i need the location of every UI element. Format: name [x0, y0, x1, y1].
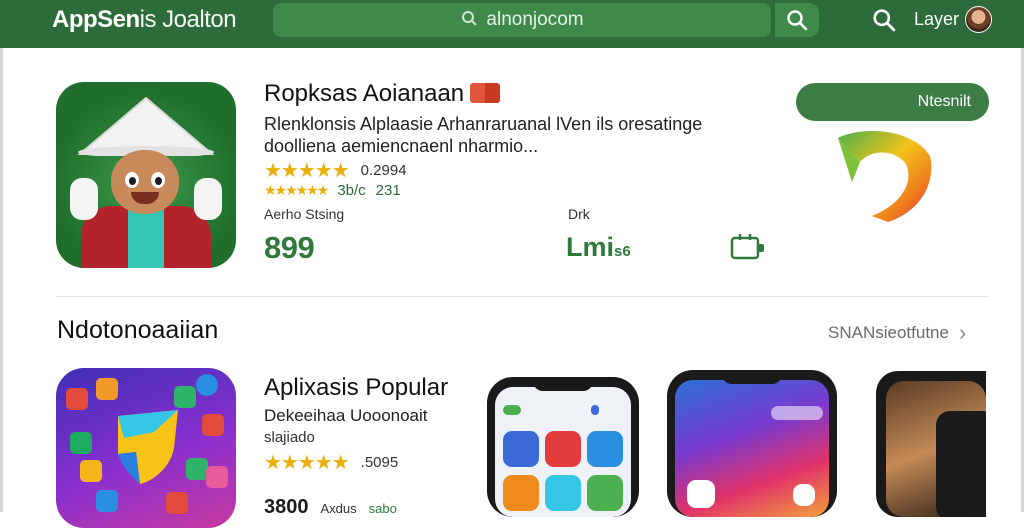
section-divider: [56, 296, 988, 297]
left-hand: [70, 178, 98, 220]
popular-app-icon[interactable]: [56, 368, 236, 528]
popular-price-row: 3800 Axdus sabo: [264, 496, 397, 519]
phone-screen: [886, 381, 986, 517]
mic-icon: [591, 405, 599, 415]
mid-value: Lmis6: [566, 232, 631, 263]
tile-icon: [206, 466, 228, 488]
avatar[interactable]: [965, 6, 992, 33]
section-title: Ndotonoaaiian: [57, 316, 218, 345]
screenshot-phone-3[interactable]: [876, 371, 986, 517]
featured-app-icon[interactable]: [56, 82, 236, 268]
search-placeholder-icon: [460, 9, 478, 32]
tile-icon: [66, 388, 88, 410]
rating-value: 0.2994: [361, 162, 407, 179]
rating-count-b: 231: [376, 182, 401, 199]
popular-meta-b: sabo: [369, 501, 397, 516]
top-bar: AppSenis Joalton alnonjocom Layer: [0, 0, 1024, 48]
right-eye: [151, 172, 165, 188]
search-icon: [786, 9, 808, 31]
phone-notch: [722, 370, 782, 384]
screenshot-phone-1[interactable]: [487, 377, 639, 517]
character-face: [111, 150, 179, 214]
tile-icon: [202, 414, 224, 436]
tile-icon: [166, 492, 188, 514]
app-tile-icon: [587, 475, 623, 511]
logo-rest: is Joalton: [140, 6, 236, 33]
left-edge: [0, 48, 3, 512]
screenshot-phone-2[interactable]: [667, 370, 837, 517]
rating-row-secondary: ★★★★★★ 3b/c 231: [264, 182, 401, 199]
app-logo[interactable]: AppSenis Joalton: [52, 6, 236, 34]
app-tile-icon: [687, 480, 715, 508]
popular-description: Dekeeihaa Uooonoait: [264, 406, 428, 426]
popular-meta-a: Axdus: [321, 501, 357, 516]
character-shirt: [128, 208, 164, 268]
hat-graphic: [76, 96, 216, 156]
small-star-rating-icon: ★★★★★★: [264, 182, 327, 199]
left-eye: [125, 172, 139, 188]
see-all-label: SNANsieotfutne: [828, 323, 949, 343]
battery-icon: [730, 232, 766, 262]
app-tile-icon: [545, 475, 581, 511]
phone-screen: [675, 380, 829, 517]
phone-screen: [495, 387, 631, 517]
right-hand: [194, 178, 222, 220]
shield-icon: [114, 408, 184, 486]
tile-icon: [96, 490, 118, 512]
badge-icon: [470, 83, 500, 103]
featured-title: Ropksas Aoianaan: [264, 80, 464, 107]
search-bar[interactable]: alnonjocom: [273, 3, 771, 37]
app-tag-icon: [503, 405, 521, 415]
play-icon: [793, 484, 815, 506]
search-input-text[interactable]: alnonjoc: [486, 9, 557, 31]
popular-subtitle: slajiado: [264, 429, 315, 446]
mid-value-small: s6: [614, 243, 631, 260]
see-all-link[interactable]: SNANsieotfutne ›: [828, 320, 966, 346]
tile-icon: [80, 460, 102, 482]
size-label: Aerho Stsing: [264, 206, 344, 222]
app-tile-icon: [503, 431, 539, 467]
app-tile-icon: [503, 475, 539, 511]
tile-icon: [186, 458, 208, 480]
inner-phone: [936, 411, 986, 517]
rating-count-a: 3b/c: [337, 182, 365, 199]
star-rating-icon: ★★★★★: [264, 450, 349, 475]
logo-bold: AppSen: [52, 6, 140, 33]
featured-description: Rlenklonsis Alplaasie Arhanraruanal lVen…: [264, 113, 704, 157]
status-pill: [771, 406, 823, 420]
phone-notch: [533, 377, 593, 391]
search-input-suffix: om: [557, 9, 583, 31]
popular-rating-row: ★★★★★ .5095: [264, 450, 398, 475]
tile-icon: [174, 386, 196, 408]
app-tile-icon: [587, 431, 623, 467]
featured-title-row[interactable]: Ropksas Aoianaan: [264, 80, 500, 108]
app-tile-icon: [545, 431, 581, 467]
tile-icon: [196, 374, 218, 396]
user-name[interactable]: Layer: [914, 9, 959, 30]
mid-value-big: Lmi: [566, 232, 614, 262]
brand-logo-icon: [832, 126, 936, 226]
popular-rating-value: .5095: [361, 454, 399, 471]
mouth: [131, 192, 159, 204]
popular-title[interactable]: Aplixasis Popular: [264, 374, 448, 402]
install-button[interactable]: Ntesnilt: [796, 83, 989, 121]
star-rating-icon: ★★★★★: [264, 158, 349, 183]
mid-label: Drk: [568, 206, 590, 222]
chevron-right-icon: ›: [959, 320, 966, 346]
rating-row: ★★★★★ 0.2994: [264, 158, 407, 183]
tile-icon: [96, 378, 118, 400]
header-search-icon[interactable]: [870, 6, 898, 34]
featured-price: 899: [264, 230, 314, 266]
tile-icon: [70, 432, 92, 454]
popular-price: 3800: [264, 496, 309, 519]
search-button[interactable]: [775, 3, 819, 37]
